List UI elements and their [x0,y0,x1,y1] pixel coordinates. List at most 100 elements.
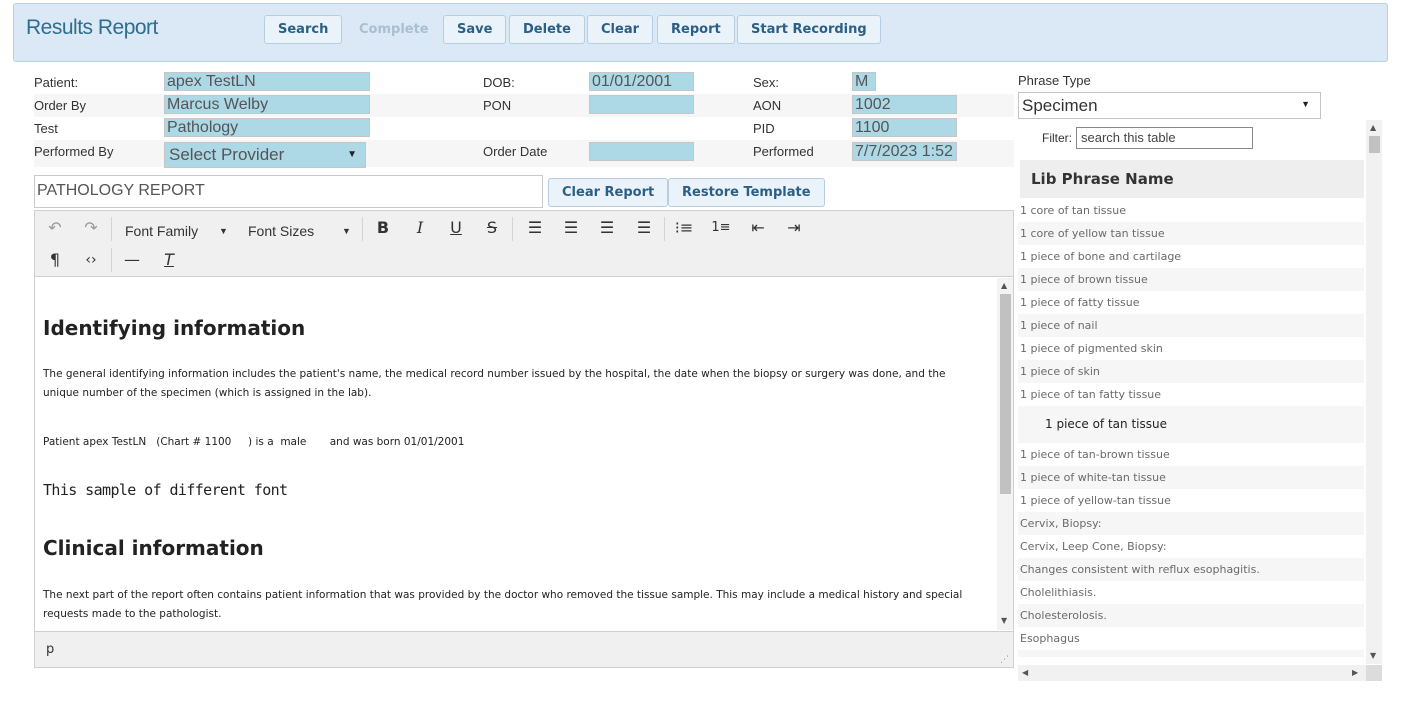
toolbar-separator [111,217,112,241]
clear-report-button[interactable]: Clear Report [548,178,669,207]
paragraph-different-font: This sample of different font [43,481,288,499]
clear-button[interactable]: Clear [587,15,653,44]
dob-field[interactable]: 01/01/2001 [589,72,694,91]
complete-button[interactable]: Complete [345,15,443,44]
phrase-type-select[interactable]: Specimen ▼ [1018,92,1321,119]
font-family-dropdown[interactable]: Font Family ▼ [125,217,230,245]
list-item[interactable]: 1 piece of tan fatty tissue [1018,383,1364,406]
outdent-icon[interactable]: ⇤ [743,214,773,242]
heading-identifying: Identifying information [43,316,306,340]
numbered-list-icon[interactable]: 1≡ [706,214,736,242]
chevron-down-icon: ▼ [342,226,351,236]
report-title-input[interactable]: PATHOLOGY REPORT [34,175,543,208]
performed-by-select[interactable]: Select Provider ▼ [164,142,366,168]
pid-field[interactable]: 1100 [852,118,957,137]
list-item[interactable]: 1 piece of tan-brown tissue [1018,443,1364,466]
editor-statusbar: p ⋰ [35,631,1013,667]
aon-field[interactable]: 1002 [852,95,957,114]
scrollbar-thumb[interactable] [1000,294,1011,494]
code-icon[interactable]: ‹› [76,246,106,274]
align-center-icon[interactable]: ☰ [556,214,586,242]
element-path[interactable]: p [46,642,54,657]
scroll-up-icon[interactable]: ▲ [1370,123,1376,132]
order-by-label: Order By [34,98,87,113]
font-sizes-label: Font Sizes [248,223,315,239]
strikethrough-icon[interactable]: S [477,214,507,242]
scroll-left-icon[interactable]: ◀ [1022,668,1028,677]
order-date-label: Order Date [483,144,548,159]
test-field[interactable]: Pathology [164,118,370,137]
list-item[interactable]: 1 piece of fatty tissue [1018,291,1364,314]
chevron-down-icon: ▼ [1301,99,1310,109]
scroll-down-icon[interactable]: ▼ [1370,651,1376,660]
phrase-type-label: Phrase Type [1018,73,1091,88]
undo-icon[interactable]: ↶ [40,214,70,242]
list-item[interactable]: 1 piece of tan tissue [1018,406,1364,443]
heading-clinical: Clinical information [43,536,264,560]
toolbar-separator [512,217,513,241]
align-left-icon[interactable]: ☰ [520,214,550,242]
list-item[interactable]: Esophagus, Biopsy: [1018,650,1364,657]
editor-content[interactable]: Identifying information The general iden… [35,278,997,630]
performed-field[interactable]: 7/7/2023 1:52 [852,142,957,161]
save-button[interactable]: Save [443,15,507,44]
list-item[interactable]: Cholelithiasis. [1018,581,1364,604]
phrase-list-hscrollbar[interactable]: ◀ ▶ [1018,665,1366,681]
phrase-list-scrollbar[interactable]: ▲ ▼ [1366,120,1382,664]
align-justify-icon[interactable]: ☰ [629,214,659,242]
list-item[interactable]: Esophagus [1018,627,1364,650]
indent-icon[interactable]: ⇥ [779,214,809,242]
underline-icon[interactable]: U [441,214,471,242]
list-item[interactable]: 1 core of yellow tan tissue [1018,222,1364,245]
editor-scrollbar[interactable]: ▲ ▼ [997,278,1013,630]
list-item[interactable]: 1 piece of nail [1018,314,1364,337]
list-item[interactable]: Changes consistent with reflux esophagit… [1018,558,1364,581]
font-sizes-dropdown[interactable]: Font Sizes ▼ [248,217,353,245]
filter-label: Filter: [1042,131,1072,145]
list-item[interactable]: 1 piece of brown tissue [1018,268,1364,291]
rich-text-editor: ↶ ↷ Font Family ▼ Font Sizes ▼ B I U S ☰… [34,210,1014,668]
sex-field[interactable]: M [852,72,876,91]
list-item[interactable]: 1 piece of pigmented skin [1018,337,1364,360]
redo-icon[interactable]: ↷ [76,214,106,242]
list-item[interactable]: 1 core of tan tissue [1018,199,1364,222]
column-header-lib-phrase-name[interactable]: Lib Phrase Name [1020,160,1364,198]
list-item[interactable]: Cervix, Biopsy: [1018,512,1364,535]
bold-icon[interactable]: B [368,214,398,242]
filter-input[interactable]: search this table [1076,127,1253,149]
list-item[interactable]: 1 piece of yellow-tan tissue [1018,489,1364,512]
editor-toolbar: ↶ ↷ Font Family ▼ Font Sizes ▼ B I U S ☰… [35,211,1013,277]
app-title: Results Report [26,16,158,39]
clear-formatting-icon[interactable]: T [154,246,184,274]
paragraph-icon[interactable]: ¶ [40,246,70,274]
bullet-list-icon[interactable]: ⁝≡ [669,214,699,242]
resize-handle-icon[interactable]: ⋰ [1000,655,1009,665]
restore-template-button[interactable]: Restore Template [668,178,825,207]
dob-label: DOB: [483,75,515,90]
pon-field[interactable] [589,95,694,114]
chevron-down-icon: ▼ [347,149,357,160]
italic-icon[interactable]: I [405,214,435,242]
align-right-icon[interactable]: ☰ [592,214,622,242]
list-item[interactable]: Cervix, Leep Cone, Biopsy: [1018,535,1364,558]
scroll-up-icon[interactable]: ▲ [1001,281,1007,290]
scroll-down-icon[interactable]: ▼ [1001,616,1007,625]
list-item[interactable]: Cholesterolosis. [1018,604,1364,627]
horizontal-rule-icon[interactable]: — [117,246,147,274]
list-item[interactable]: 1 piece of skin [1018,360,1364,383]
scroll-right-icon[interactable]: ▶ [1352,668,1358,677]
paragraph-patient: Patient apex TestLN (Chart # 1100 ) is a… [43,436,465,448]
report-button[interactable]: Report [657,15,735,44]
order-by-field[interactable]: Marcus Welby [164,95,370,114]
order-date-field[interactable] [589,142,694,161]
search-button[interactable]: Search [264,15,343,44]
scrollbar-thumb[interactable] [1369,136,1380,153]
start-recording-button[interactable]: Start Recording [737,15,881,44]
list-item[interactable]: 1 piece of white-tan tissue [1018,466,1364,489]
patient-field[interactable]: apex TestLN [164,72,370,91]
list-item[interactable]: 1 piece of bone and cartilage [1018,245,1364,268]
paragraph-identifying: The general identifying information incl… [43,368,946,399]
test-label: Test [34,121,58,136]
patient-label: Patient: [34,75,79,90]
delete-button[interactable]: Delete [509,15,585,44]
